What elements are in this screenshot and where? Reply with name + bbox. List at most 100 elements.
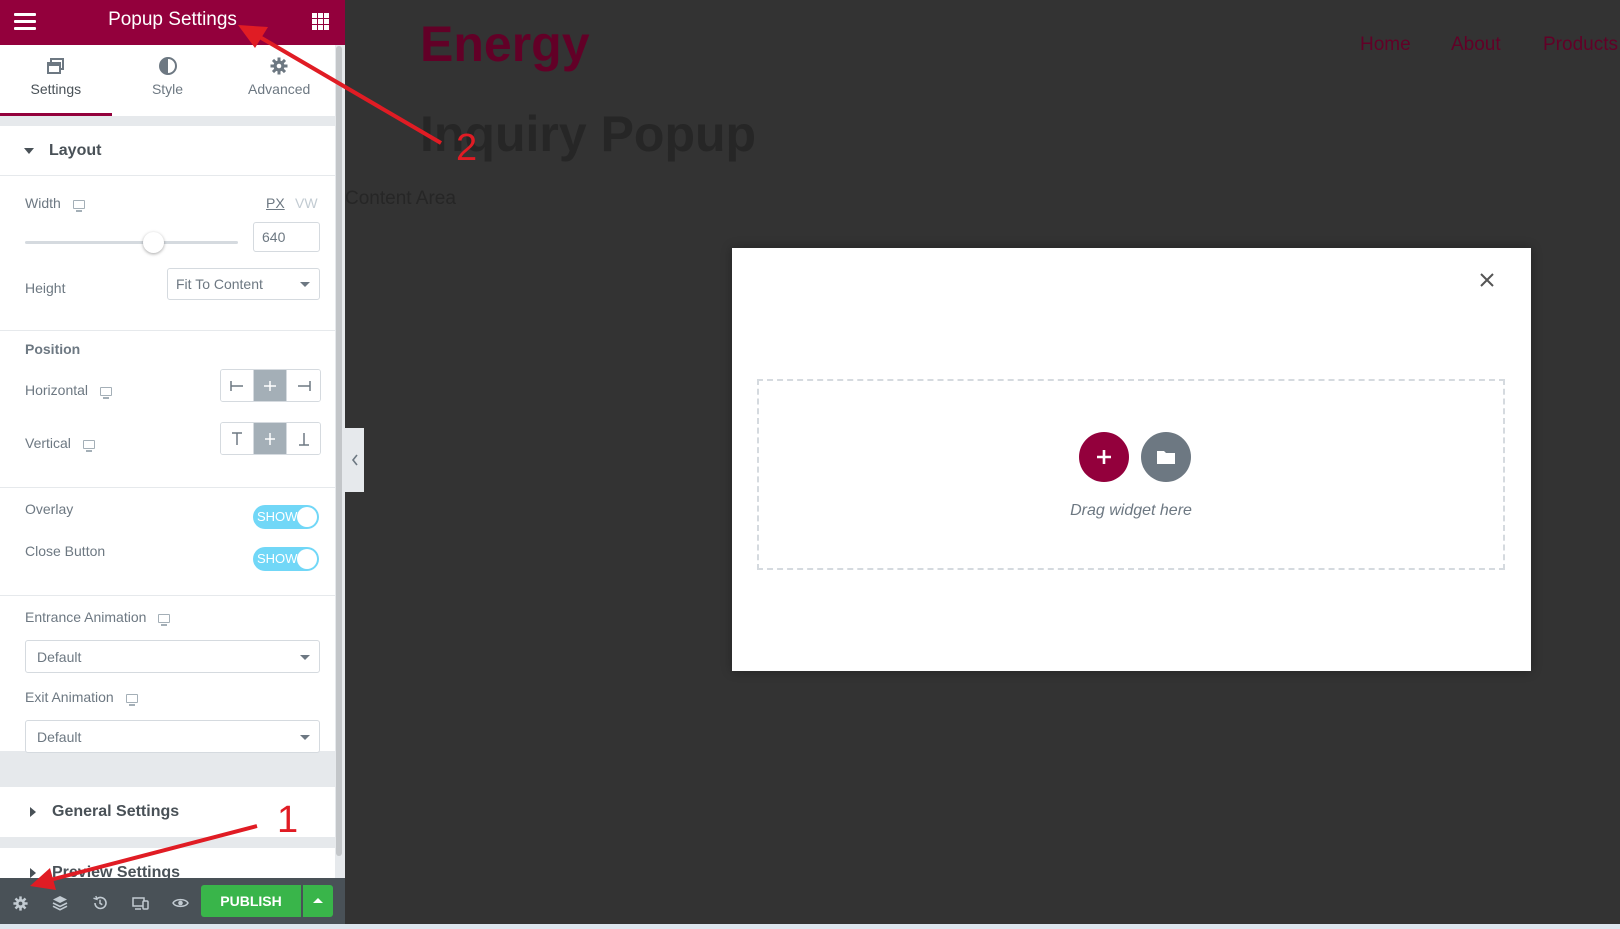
content-area-text: Content Area xyxy=(345,188,456,209)
width-input-value: 640 xyxy=(262,229,286,245)
align-right-button[interactable] xyxy=(287,370,320,401)
chevron-left-icon xyxy=(351,454,358,466)
layout-section: Layout Width PX VW 640 Height Fit To Con… xyxy=(0,126,335,753)
exit-animation-select[interactable]: Default xyxy=(25,720,320,753)
width-slider[interactable] xyxy=(25,232,238,253)
align-left-icon xyxy=(230,380,243,391)
devices-icon xyxy=(131,896,149,910)
popup-preview: Drag widget here xyxy=(732,248,1531,671)
align-top-button[interactable] xyxy=(221,423,254,454)
align-middle-icon xyxy=(265,432,275,445)
exit-animation-control-label: Exit Animation xyxy=(25,689,138,706)
panel-collapse-button[interactable] xyxy=(345,428,364,492)
preview-settings-header[interactable]: Preview Settings xyxy=(0,848,335,878)
plus-icon xyxy=(1097,450,1111,464)
panel-scrollbar[interactable] xyxy=(336,46,342,856)
close-icon[interactable] xyxy=(1477,270,1497,290)
caret-down-icon xyxy=(24,147,34,154)
drag-widget-text: Drag widget here xyxy=(1070,502,1192,519)
align-bottom-button[interactable] xyxy=(287,423,320,454)
layout-section-header[interactable]: Layout xyxy=(0,126,335,176)
publish-options-button[interactable] xyxy=(303,885,333,917)
width-label: Width xyxy=(25,195,61,211)
entrance-animation-control-label: Entrance Animation xyxy=(25,609,171,626)
align-right-icon xyxy=(297,380,311,391)
exit-animation-label: Exit Animation xyxy=(25,689,114,705)
align-middle-button[interactable] xyxy=(254,423,287,454)
site-logo: Energy xyxy=(420,16,590,72)
unit-px[interactable]: PX xyxy=(266,195,285,211)
horizontal-position-group xyxy=(220,369,321,402)
unit-vw[interactable]: VW xyxy=(295,195,318,211)
toggle-knob xyxy=(297,549,317,569)
tab-settings[interactable]: Settings xyxy=(0,45,112,116)
navigator-button[interactable] xyxy=(51,894,69,912)
entrance-animation-select[interactable]: Default xyxy=(25,640,320,673)
nav-link-home[interactable]: Home xyxy=(1360,34,1411,56)
desktop-icon[interactable] xyxy=(125,693,138,706)
gear-icon xyxy=(12,895,28,911)
close-button-toggle-text: SHOW xyxy=(257,551,298,566)
close-button-toggle[interactable]: SHOW xyxy=(253,547,319,571)
settings-panel: Popup Settings Settings Style Advanced L… xyxy=(0,0,345,929)
align-left-button[interactable] xyxy=(221,370,254,401)
exit-animation-value: Default xyxy=(37,728,82,745)
preview-settings-title: Preview Settings xyxy=(52,864,181,878)
close-button-label: Close Button xyxy=(25,543,106,559)
tab-advanced[interactable]: Advanced xyxy=(223,45,335,116)
eye-icon xyxy=(171,898,189,908)
toggle-knob xyxy=(297,507,317,527)
align-center-icon xyxy=(264,380,276,391)
caret-up-icon xyxy=(313,898,323,903)
height-select-value: Fit To Content xyxy=(176,276,263,292)
editor-app: Popup Settings Settings Style Advanced L… xyxy=(0,0,1620,929)
publish-button[interactable]: PUBLISH xyxy=(201,885,301,917)
layout-section-title: Layout xyxy=(49,141,102,159)
nav-link-products[interactable]: Products xyxy=(1543,34,1618,56)
widget-drop-zone[interactable]: Drag widget here xyxy=(757,379,1505,570)
horizontal-control-label: Horizontal xyxy=(25,382,113,399)
position-heading: Position xyxy=(25,341,81,357)
dropdown-arrow-icon xyxy=(300,282,310,287)
panel-tabs: Settings Style Advanced xyxy=(0,45,335,116)
settings-window-icon xyxy=(46,58,64,74)
desktop-icon[interactable] xyxy=(72,199,85,212)
horizontal-label: Horizontal xyxy=(25,382,89,398)
annotation-number-2: 2 xyxy=(456,127,478,169)
tab-style-label: Style xyxy=(151,81,184,97)
preview-settings-section: Preview Settings xyxy=(0,848,335,878)
caret-right-icon xyxy=(30,807,36,817)
vertical-position-group xyxy=(220,422,321,455)
history-button[interactable] xyxy=(91,894,109,912)
history-icon xyxy=(93,895,107,910)
overlay-toggle-text: SHOW xyxy=(257,509,298,524)
tab-advanced-label: Advanced xyxy=(248,81,311,97)
nav-link-about[interactable]: About xyxy=(1451,34,1501,56)
width-input[interactable]: 640 xyxy=(253,222,320,252)
width-slider-handle[interactable] xyxy=(142,232,164,253)
tab-settings-label: Settings xyxy=(30,81,82,97)
align-bottom-icon xyxy=(298,432,309,446)
desktop-icon[interactable] xyxy=(82,439,95,452)
overlay-label: Overlay xyxy=(25,501,74,517)
dropdown-arrow-icon xyxy=(300,654,310,660)
dropdown-arrow-icon xyxy=(300,734,310,740)
align-center-button[interactable] xyxy=(254,370,287,401)
preview-button[interactable] xyxy=(171,894,189,912)
add-template-button[interactable] xyxy=(1141,432,1191,482)
vertical-control-label: Vertical xyxy=(25,435,95,452)
height-label: Height xyxy=(25,280,66,296)
desktop-icon[interactable] xyxy=(158,613,171,626)
settings-gear-button[interactable] xyxy=(11,894,29,912)
tab-style[interactable]: Style xyxy=(112,45,224,116)
half-circle-icon xyxy=(158,57,177,75)
desktop-icon[interactable] xyxy=(100,386,113,399)
divider xyxy=(0,330,335,331)
height-select[interactable]: Fit To Content xyxy=(167,268,320,300)
width-control-label: Width xyxy=(25,195,85,212)
panel-header: Popup Settings xyxy=(0,0,345,45)
add-section-button[interactable] xyxy=(1079,432,1129,482)
responsive-mode-button[interactable] xyxy=(131,894,149,912)
widgets-grid-icon[interactable] xyxy=(312,13,329,30)
overlay-toggle[interactable]: SHOW xyxy=(253,505,319,529)
